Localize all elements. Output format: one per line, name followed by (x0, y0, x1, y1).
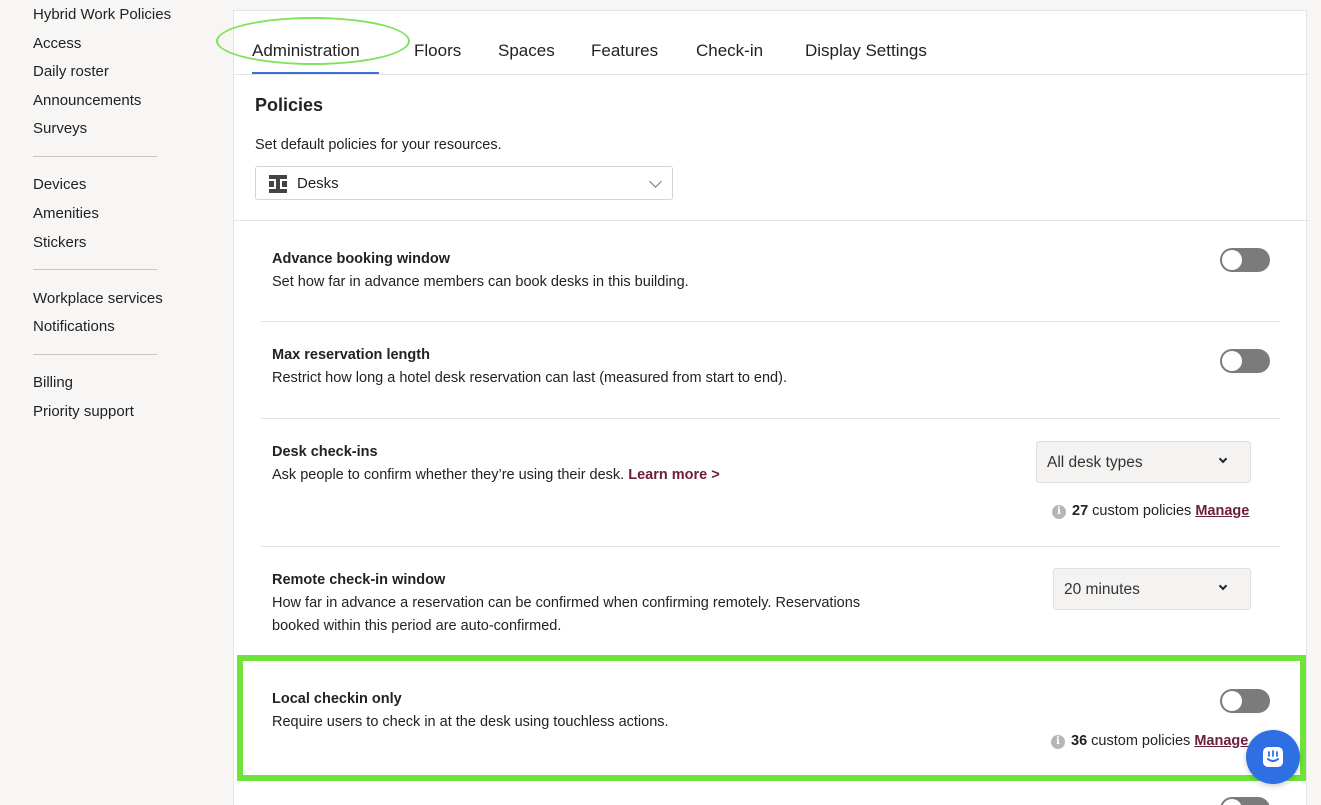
sidebar-divider (33, 156, 157, 157)
sidebar: Hybrid Work Policies Access Daily roster… (0, 0, 234, 805)
advance-booking-toggle[interactable] (1220, 248, 1270, 272)
row-divider (261, 321, 1280, 322)
section-divider (234, 220, 1308, 221)
sidebar-item-amenities[interactable]: Amenities (33, 205, 99, 222)
advance-booking-title: Advance booking window (272, 251, 451, 267)
learn-more-link[interactable]: Learn more > (628, 467, 719, 483)
desk-icon (269, 175, 287, 193)
sidebar-item-billing[interactable]: Billing (33, 374, 73, 391)
info-icon: i (1051, 735, 1065, 749)
toggle-knob (1222, 799, 1242, 805)
tab-display-settings[interactable]: Display Settings (805, 41, 927, 61)
manage-link[interactable]: Manage (1194, 733, 1248, 749)
custom-policy-count: 36 (1071, 733, 1088, 749)
tab-floors[interactable]: Floors (414, 41, 461, 61)
local-checkin-title: Local checkin only (272, 691, 402, 707)
sidebar-item-stickers[interactable]: Stickers (33, 234, 86, 251)
resource-type-value: Desks (297, 175, 339, 192)
desk-checkins-description: Ask people to confirm whether they’re us… (272, 464, 720, 487)
tab-spaces[interactable]: Spaces (498, 41, 555, 61)
toggle-knob (1222, 691, 1242, 711)
sidebar-item-announcements[interactable]: Announcements (33, 92, 141, 109)
tab-administration[interactable]: Administration (252, 41, 360, 61)
sidebar-item-daily-roster[interactable]: Daily roster (33, 63, 109, 80)
chat-support-button[interactable] (1246, 730, 1300, 784)
custom-policy-count: 27 (1072, 503, 1089, 519)
desk-checkins-description-text: Ask people to confirm whether they’re us… (272, 467, 625, 483)
row-divider (261, 546, 1280, 547)
chevron-down-icon (649, 175, 662, 188)
local-checkin-toggle[interactable] (1220, 689, 1270, 713)
resource-type-select[interactable]: Desks (255, 166, 673, 200)
tab-features[interactable]: Features (591, 41, 658, 61)
custom-policy-label: custom policies (1092, 503, 1192, 519)
sidebar-item-devices[interactable]: Devices (33, 176, 86, 193)
toggle-knob (1222, 351, 1242, 371)
max-reservation-title: Max reservation length (272, 347, 430, 363)
manage-link[interactable]: Manage (1195, 503, 1249, 519)
toggle-knob (1222, 250, 1242, 270)
sidebar-item-surveys[interactable]: Surveys (33, 120, 87, 137)
custom-policy-label: custom policies (1091, 733, 1191, 749)
sidebar-item-hybrid-work-policies[interactable]: Hybrid Work Policies (33, 6, 171, 23)
desk-type-dropdown-value: All desk types (1047, 454, 1143, 471)
sidebar-item-access[interactable]: Access (33, 35, 81, 52)
info-icon: i (1052, 505, 1066, 519)
chevron-down-icon (1218, 581, 1228, 591)
advance-booking-description: Set how far in advance members can book … (272, 274, 689, 290)
max-reservation-toggle[interactable] (1220, 349, 1270, 373)
sidebar-divider (33, 269, 157, 270)
desk-checkins-title: Desk check-ins (272, 444, 378, 460)
tabs-divider (234, 74, 1308, 75)
sidebar-item-workplace-services[interactable]: Workplace services (33, 290, 163, 307)
remote-checkin-description: How far in advance a reservation can be … (272, 592, 860, 638)
chat-icon (1263, 747, 1283, 767)
local-checkin-custom-policies: i 36 custom policies Manage (1051, 733, 1248, 749)
next-policy-toggle[interactable] (1220, 797, 1270, 805)
page-subtitle: Set default policies for your resources. (255, 137, 502, 153)
max-reservation-description: Restrict how long a hotel desk reservati… (272, 370, 787, 386)
desk-type-dropdown[interactable]: All desk types (1036, 441, 1251, 483)
sidebar-item-priority-support[interactable]: Priority support (33, 403, 134, 420)
remote-checkin-description-line: How far in advance a reservation can be … (272, 595, 861, 611)
remote-checkin-window-dropdown[interactable]: 20 minutes (1053, 568, 1251, 610)
desk-checkins-custom-policies: i 27 custom policies Manage (1052, 503, 1249, 519)
page-title: Policies (255, 95, 324, 115)
chevron-down-icon (1218, 454, 1228, 464)
sidebar-item-notifications[interactable]: Notifications (33, 318, 115, 335)
sidebar-divider (33, 354, 157, 355)
remote-checkin-window-value: 20 minutes (1064, 581, 1140, 598)
tab-check-in[interactable]: Check-in (696, 41, 763, 61)
remote-checkin-description-line: booked within this period are auto-confi… (272, 618, 562, 634)
row-divider (261, 418, 1280, 419)
main-panel: Administration Floors Spaces Features Ch… (216, 10, 1308, 805)
local-checkin-description: Require users to check in at the desk us… (272, 714, 669, 730)
remote-checkin-title: Remote check-in window (272, 572, 446, 588)
